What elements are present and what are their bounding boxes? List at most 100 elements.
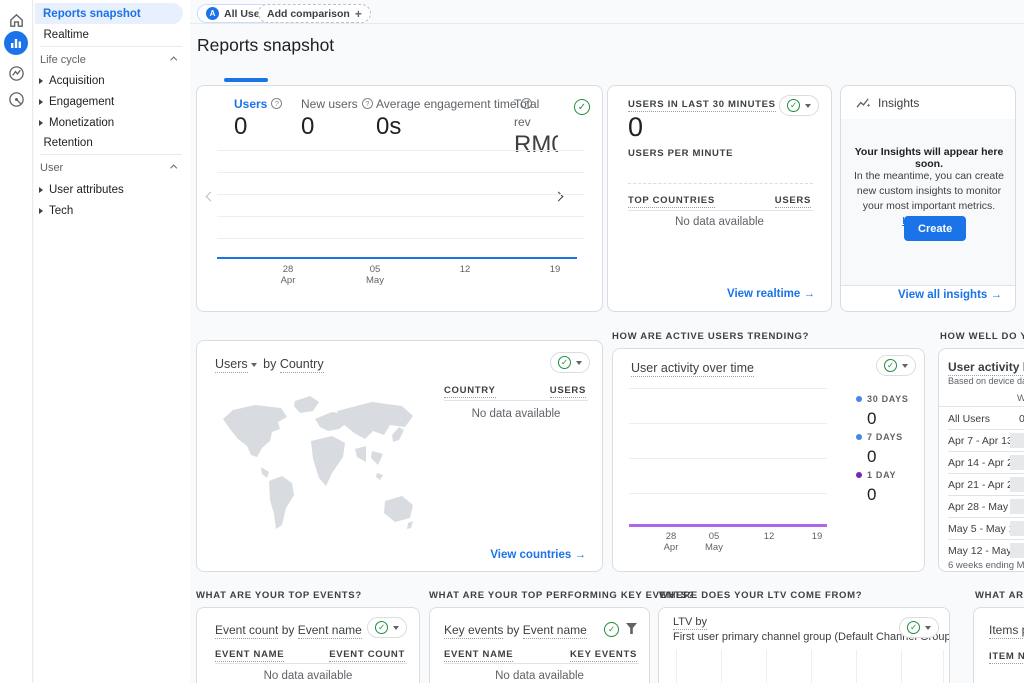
world-map — [209, 389, 437, 554]
reports-icon[interactable] — [3, 30, 29, 56]
items-purchased-card: Items pu ITEM NA — [973, 607, 1024, 683]
key-events-header[interactable]: KEY EVENTS — [570, 649, 637, 662]
sidebar-item-label: Realtime — [44, 29, 89, 41]
metric-selector[interactable]: LTV by — [673, 616, 707, 630]
event-name-header[interactable]: EVENT NAME — [215, 649, 284, 662]
card-subtitle: Based on device data o — [948, 376, 1024, 386]
nav-section-user[interactable]: User — [40, 160, 184, 176]
view-all-insights-link[interactable]: View all insights → — [898, 289, 1002, 301]
filter-icon[interactable] — [626, 623, 637, 634]
event-name-header[interactable]: EVENT NAME — [444, 649, 513, 662]
data-quality-icon: ✓ — [375, 621, 388, 634]
metric-selector[interactable]: Users — [215, 357, 248, 373]
sidebar-item-engagement[interactable]: Engagement — [34, 92, 184, 112]
tab-new-users[interactable]: New users? 0 — [301, 95, 373, 141]
metric-selector[interactable]: Key events — [444, 623, 503, 639]
table-header-rule — [628, 210, 813, 211]
no-data-message: No data available — [430, 670, 649, 682]
legend-value: 0 — [867, 447, 903, 467]
help-icon[interactable]: ? — [271, 98, 282, 109]
cohort-cell — [1010, 521, 1024, 536]
table-header-rule — [939, 406, 1024, 407]
no-data-message: No data available — [608, 216, 831, 228]
dimension-selector[interactable]: Event name — [523, 623, 587, 639]
card-options-pill[interactable]: ✓ — [876, 355, 916, 376]
metric-selector[interactable]: Event count — [215, 623, 278, 639]
vgridline — [943, 650, 944, 683]
top-events-card: Event count by Event name ✓ EVENT NAME E… — [196, 607, 420, 683]
insights-icon — [856, 97, 871, 110]
top-countries-header[interactable]: TOP COUNTRIES — [628, 195, 715, 208]
advertising-icon[interactable] — [3, 86, 29, 112]
help-icon[interactable]: ? — [362, 98, 373, 109]
chevron-down-icon — [393, 626, 399, 630]
data-quality-icon[interactable]: ✓ — [604, 622, 619, 637]
section-heading-key-events: WHAT ARE YOUR TOP PERFORMING KEY EVENTS? — [429, 590, 694, 601]
legend-item-7-days: 7 DAYS 0 — [856, 427, 903, 467]
event-count-header[interactable]: EVENT COUNT — [329, 649, 405, 662]
key-metrics-card: Users? 0 New users? 0 Average engagement… — [196, 85, 603, 312]
sidebar-item-reports-snapshot[interactable]: Reports snapshot — [35, 3, 183, 24]
sidebar-item-label: User attributes — [49, 184, 124, 196]
sidebar-item-monetization[interactable]: Monetization — [34, 113, 184, 133]
view-realtime-link[interactable]: View realtime → — [727, 288, 815, 300]
cohort-cell — [1010, 543, 1024, 558]
x-tick: 19 — [538, 264, 572, 275]
card-options-pill[interactable]: ✓ — [899, 617, 939, 638]
card-title[interactable]: User activity over time — [631, 361, 754, 377]
metric-value: RM0 — [514, 131, 558, 159]
realtime-users-card: USERS IN LAST 30 MINUTES ✓ 0 USERS PER M… — [607, 85, 832, 312]
user-activity-over-time-card: User activity over time ✓ 28Apr 05May 12… — [612, 348, 925, 572]
tab-users[interactable]: Users? 0 — [234, 95, 282, 141]
sidebar-item-label: Reports snapshot — [43, 8, 141, 20]
metric-value: 0 — [301, 113, 373, 141]
tab-avg-engagement-time[interactable]: Average engagement time? 0s — [376, 95, 532, 141]
sidebar-item-user-attributes[interactable]: User attributes — [34, 180, 184, 200]
legend-item-1-day: 1 DAY 0 — [856, 465, 896, 505]
insights-title: Insights — [878, 96, 919, 110]
card-title[interactable]: User activity by coh — [948, 360, 1024, 376]
gridline — [217, 194, 584, 195]
card-options-pill[interactable]: ✓ — [550, 352, 590, 373]
cohort-cell — [1010, 499, 1024, 514]
card-title[interactable]: USERS IN LAST 30 MINUTES — [628, 99, 776, 112]
cohort-row-label: All Users — [948, 413, 990, 425]
sidebar-item-realtime[interactable]: Realtime — [34, 25, 184, 45]
nav-section-label: Life cycle — [40, 54, 86, 66]
insights-footer-rule — [841, 285, 1015, 286]
view-countries-link[interactable]: View countries → — [490, 549, 586, 561]
chevron-up-icon — [170, 164, 178, 172]
card-options-pill[interactable]: ✓ — [367, 617, 407, 638]
nav-divider — [40, 46, 182, 47]
data-quality-icon[interactable]: ✓ — [574, 99, 590, 115]
section-heading-retention: HOW WELL DO YOU RETAI — [940, 331, 1024, 342]
users-column-header[interactable]: USERS — [550, 385, 586, 398]
add-comparison-button[interactable]: Add comparison + — [258, 4, 371, 23]
plus-icon: + — [355, 7, 362, 21]
sidebar-item-tech[interactable]: Tech — [34, 201, 184, 221]
x-tick: 28Apr — [654, 531, 688, 553]
realtime-users-value: 0 — [628, 112, 643, 143]
reports-icon-active-circle — [4, 31, 28, 55]
nav-section-life-cycle[interactable]: Life cycle — [40, 52, 184, 68]
explore-icon[interactable] — [3, 60, 29, 86]
vgridline — [676, 650, 677, 683]
arrow-right-icon: → — [575, 549, 587, 561]
vgridline — [856, 650, 857, 683]
dimension-selector[interactable]: Country — [280, 357, 324, 373]
card-options-pill[interactable]: ✓ — [779, 95, 819, 116]
scroll-left-icon[interactable] — [206, 192, 216, 202]
sidebar-item-retention[interactable]: Retention — [34, 133, 184, 153]
sidebar-item-acquisition[interactable]: Acquisition — [34, 71, 184, 91]
country-column-header[interactable]: COUNTRY — [444, 385, 496, 398]
item-name-header[interactable]: ITEM NA — [989, 651, 1024, 664]
users-per-minute-label: USERS PER MINUTE — [628, 148, 733, 159]
sidebar-item-label: Engagement — [49, 96, 114, 108]
dimension-selector[interactable]: Event name — [298, 623, 362, 639]
users-column-header[interactable]: USERS — [775, 195, 811, 208]
card-title[interactable]: Items pu — [989, 623, 1024, 639]
card-title: Users by Country — [215, 357, 324, 371]
legend-dot — [856, 434, 862, 440]
create-insight-button[interactable]: Create — [904, 216, 966, 241]
legend-dot — [856, 396, 862, 402]
